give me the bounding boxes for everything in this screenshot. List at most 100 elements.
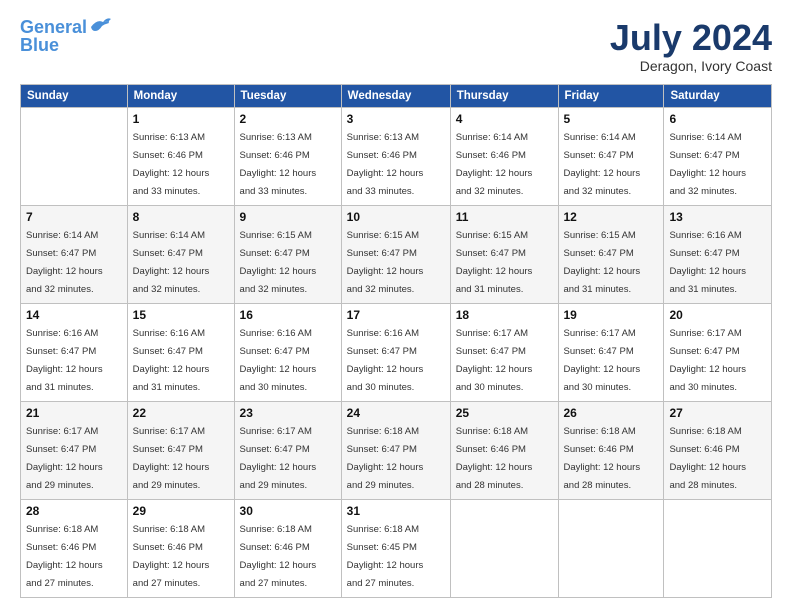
day-cell	[21, 107, 128, 205]
day-number: 1	[133, 112, 229, 126]
week-row-2: 14 Sunrise: 6:16 AMSunset: 6:47 PMDaylig…	[21, 303, 772, 401]
day-info: Sunrise: 6:14 AMSunset: 6:46 PMDaylight:…	[456, 132, 533, 197]
day-info: Sunrise: 6:17 AMSunset: 6:47 PMDaylight:…	[26, 426, 103, 491]
day-cell: 3 Sunrise: 6:13 AMSunset: 6:46 PMDayligh…	[341, 107, 450, 205]
day-cell: 20 Sunrise: 6:17 AMSunset: 6:47 PMDaylig…	[664, 303, 772, 401]
day-cell: 21 Sunrise: 6:17 AMSunset: 6:47 PMDaylig…	[21, 401, 128, 499]
day-cell	[664, 499, 772, 597]
day-info: Sunrise: 6:15 AMSunset: 6:47 PMDaylight:…	[456, 230, 533, 295]
day-cell: 14 Sunrise: 6:16 AMSunset: 6:47 PMDaylig…	[21, 303, 128, 401]
calendar-header: Sunday Monday Tuesday Wednesday Thursday…	[21, 84, 772, 107]
day-number: 26	[564, 406, 659, 420]
day-cell	[450, 499, 558, 597]
day-info: Sunrise: 6:18 AMSunset: 6:46 PMDaylight:…	[26, 524, 103, 589]
day-number: 12	[564, 210, 659, 224]
day-cell: 2 Sunrise: 6:13 AMSunset: 6:46 PMDayligh…	[234, 107, 341, 205]
day-info: Sunrise: 6:16 AMSunset: 6:47 PMDaylight:…	[26, 328, 103, 393]
day-number: 21	[26, 406, 122, 420]
day-info: Sunrise: 6:17 AMSunset: 6:47 PMDaylight:…	[564, 328, 641, 393]
location: Deragon, Ivory Coast	[610, 58, 772, 74]
day-cell: 18 Sunrise: 6:17 AMSunset: 6:47 PMDaylig…	[450, 303, 558, 401]
day-number: 4	[456, 112, 553, 126]
day-cell: 7 Sunrise: 6:14 AMSunset: 6:47 PMDayligh…	[21, 205, 128, 303]
day-cell: 1 Sunrise: 6:13 AMSunset: 6:46 PMDayligh…	[127, 107, 234, 205]
day-info: Sunrise: 6:17 AMSunset: 6:47 PMDaylight:…	[669, 328, 746, 393]
day-cell: 23 Sunrise: 6:17 AMSunset: 6:47 PMDaylig…	[234, 401, 341, 499]
day-cell: 5 Sunrise: 6:14 AMSunset: 6:47 PMDayligh…	[558, 107, 664, 205]
day-number: 19	[564, 308, 659, 322]
day-cell: 22 Sunrise: 6:17 AMSunset: 6:47 PMDaylig…	[127, 401, 234, 499]
day-cell: 29 Sunrise: 6:18 AMSunset: 6:46 PMDaylig…	[127, 499, 234, 597]
day-number: 25	[456, 406, 553, 420]
day-number: 15	[133, 308, 229, 322]
day-cell: 31 Sunrise: 6:18 AMSunset: 6:45 PMDaylig…	[341, 499, 450, 597]
day-info: Sunrise: 6:14 AMSunset: 6:47 PMDaylight:…	[26, 230, 103, 295]
day-number: 3	[347, 112, 445, 126]
page: General Blue July 2024 Deragon, Ivory Co…	[0, 0, 792, 612]
day-cell: 24 Sunrise: 6:18 AMSunset: 6:47 PMDaylig…	[341, 401, 450, 499]
day-number: 24	[347, 406, 445, 420]
logo: General Blue	[20, 18, 111, 56]
day-number: 8	[133, 210, 229, 224]
day-info: Sunrise: 6:18 AMSunset: 6:46 PMDaylight:…	[133, 524, 210, 589]
day-cell: 9 Sunrise: 6:15 AMSunset: 6:47 PMDayligh…	[234, 205, 341, 303]
month-title: July 2024	[610, 18, 772, 58]
day-info: Sunrise: 6:14 AMSunset: 6:47 PMDaylight:…	[669, 132, 746, 197]
header-monday: Monday	[127, 84, 234, 107]
day-cell: 6 Sunrise: 6:14 AMSunset: 6:47 PMDayligh…	[664, 107, 772, 205]
day-info: Sunrise: 6:16 AMSunset: 6:47 PMDaylight:…	[133, 328, 210, 393]
day-cell: 4 Sunrise: 6:14 AMSunset: 6:46 PMDayligh…	[450, 107, 558, 205]
day-number: 29	[133, 504, 229, 518]
day-number: 7	[26, 210, 122, 224]
day-info: Sunrise: 6:15 AMSunset: 6:47 PMDaylight:…	[564, 230, 641, 295]
day-cell	[558, 499, 664, 597]
calendar-body: 1 Sunrise: 6:13 AMSunset: 6:46 PMDayligh…	[21, 107, 772, 597]
day-number: 31	[347, 504, 445, 518]
day-info: Sunrise: 6:16 AMSunset: 6:47 PMDaylight:…	[347, 328, 424, 393]
header-thursday: Thursday	[450, 84, 558, 107]
day-info: Sunrise: 6:18 AMSunset: 6:46 PMDaylight:…	[456, 426, 533, 491]
day-info: Sunrise: 6:14 AMSunset: 6:47 PMDaylight:…	[133, 230, 210, 295]
day-cell: 13 Sunrise: 6:16 AMSunset: 6:47 PMDaylig…	[664, 205, 772, 303]
header-sunday: Sunday	[21, 84, 128, 107]
day-number: 2	[240, 112, 336, 126]
day-info: Sunrise: 6:14 AMSunset: 6:47 PMDaylight:…	[564, 132, 641, 197]
logo-blue: Blue	[20, 36, 59, 56]
day-info: Sunrise: 6:18 AMSunset: 6:46 PMDaylight:…	[240, 524, 317, 589]
day-number: 14	[26, 308, 122, 322]
day-cell: 17 Sunrise: 6:16 AMSunset: 6:47 PMDaylig…	[341, 303, 450, 401]
day-cell: 19 Sunrise: 6:17 AMSunset: 6:47 PMDaylig…	[558, 303, 664, 401]
header-tuesday: Tuesday	[234, 84, 341, 107]
day-info: Sunrise: 6:18 AMSunset: 6:47 PMDaylight:…	[347, 426, 424, 491]
day-number: 5	[564, 112, 659, 126]
logo-bird-icon	[89, 17, 111, 35]
day-info: Sunrise: 6:13 AMSunset: 6:46 PMDaylight:…	[347, 132, 424, 197]
day-info: Sunrise: 6:18 AMSunset: 6:46 PMDaylight:…	[669, 426, 746, 491]
day-number: 10	[347, 210, 445, 224]
day-number: 20	[669, 308, 766, 322]
day-cell: 16 Sunrise: 6:16 AMSunset: 6:47 PMDaylig…	[234, 303, 341, 401]
day-number: 23	[240, 406, 336, 420]
day-number: 11	[456, 210, 553, 224]
day-cell: 30 Sunrise: 6:18 AMSunset: 6:46 PMDaylig…	[234, 499, 341, 597]
day-info: Sunrise: 6:18 AMSunset: 6:45 PMDaylight:…	[347, 524, 424, 589]
day-info: Sunrise: 6:15 AMSunset: 6:47 PMDaylight:…	[240, 230, 317, 295]
calendar-table: Sunday Monday Tuesday Wednesday Thursday…	[20, 84, 772, 598]
day-info: Sunrise: 6:16 AMSunset: 6:47 PMDaylight:…	[669, 230, 746, 295]
week-row-1: 7 Sunrise: 6:14 AMSunset: 6:47 PMDayligh…	[21, 205, 772, 303]
header-wednesday: Wednesday	[341, 84, 450, 107]
day-number: 18	[456, 308, 553, 322]
day-number: 9	[240, 210, 336, 224]
day-info: Sunrise: 6:13 AMSunset: 6:46 PMDaylight:…	[133, 132, 210, 197]
day-cell: 10 Sunrise: 6:15 AMSunset: 6:47 PMDaylig…	[341, 205, 450, 303]
day-number: 30	[240, 504, 336, 518]
day-info: Sunrise: 6:17 AMSunset: 6:47 PMDaylight:…	[456, 328, 533, 393]
day-info: Sunrise: 6:18 AMSunset: 6:46 PMDaylight:…	[564, 426, 641, 491]
day-cell: 15 Sunrise: 6:16 AMSunset: 6:47 PMDaylig…	[127, 303, 234, 401]
header-saturday: Saturday	[664, 84, 772, 107]
weekday-row: Sunday Monday Tuesday Wednesday Thursday…	[21, 84, 772, 107]
day-info: Sunrise: 6:15 AMSunset: 6:47 PMDaylight:…	[347, 230, 424, 295]
day-cell: 12 Sunrise: 6:15 AMSunset: 6:47 PMDaylig…	[558, 205, 664, 303]
day-cell: 11 Sunrise: 6:15 AMSunset: 6:47 PMDaylig…	[450, 205, 558, 303]
day-number: 28	[26, 504, 122, 518]
